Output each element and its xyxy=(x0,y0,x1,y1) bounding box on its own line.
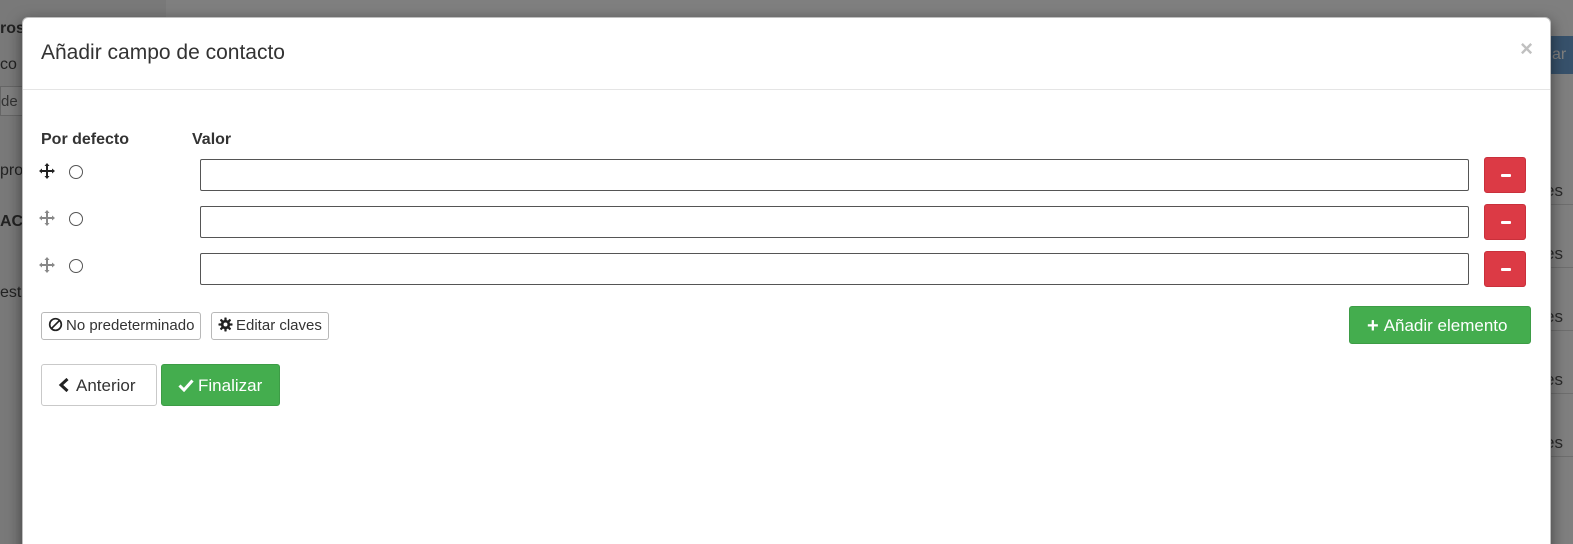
value-input[interactable] xyxy=(200,159,1469,191)
move-icon[interactable] xyxy=(39,257,55,273)
modal-title: Añadir campo de contacto xyxy=(41,41,285,64)
value-input[interactable] xyxy=(200,253,1469,285)
add-element-button-label: Añadir elemento xyxy=(1383,316,1508,335)
previous-button[interactable]: Anterior xyxy=(41,364,157,406)
add-contact-field-modal: Añadir campo de contacto × Por defecto V… xyxy=(22,17,1551,544)
remove-row-button[interactable] xyxy=(1484,251,1526,287)
minus-icon xyxy=(1501,174,1511,177)
column-header-default: Por defecto xyxy=(41,131,130,148)
add-element-button[interactable]: + Añadir elemento xyxy=(1349,306,1531,344)
value-input[interactable] xyxy=(200,206,1469,238)
contact-value-row xyxy=(23,157,1552,193)
plus-icon: + xyxy=(1367,315,1379,337)
close-icon[interactable]: × xyxy=(1520,38,1533,60)
move-icon[interactable] xyxy=(39,210,55,226)
move-icon[interactable] xyxy=(39,163,55,179)
finish-button-label: Finalizar xyxy=(198,376,263,395)
edit-keys-button[interactable]: Editar claves xyxy=(211,312,329,340)
minus-icon xyxy=(1501,268,1511,271)
remove-row-button[interactable] xyxy=(1484,204,1526,240)
column-header-value: Valor xyxy=(192,131,232,148)
contact-value-row xyxy=(23,204,1552,240)
edit-keys-button-label: Editar claves xyxy=(236,317,322,334)
ban-icon xyxy=(48,317,63,332)
no-default-button-label: No predeterminado xyxy=(66,317,195,334)
no-default-button[interactable]: No predeterminado xyxy=(41,312,202,340)
finish-button[interactable]: Finalizar xyxy=(161,364,280,406)
remove-row-button[interactable] xyxy=(1484,157,1526,193)
chevron-left-icon xyxy=(58,378,69,392)
check-icon xyxy=(178,379,194,392)
gear-icon xyxy=(218,317,233,332)
modal-header: Añadir campo de contacto × xyxy=(23,18,1550,90)
default-radio[interactable] xyxy=(69,259,83,273)
previous-button-label: Anterior xyxy=(76,376,136,395)
default-radio[interactable] xyxy=(69,165,83,179)
minus-icon xyxy=(1501,221,1511,224)
default-radio[interactable] xyxy=(69,212,83,226)
contact-value-row xyxy=(23,251,1552,287)
